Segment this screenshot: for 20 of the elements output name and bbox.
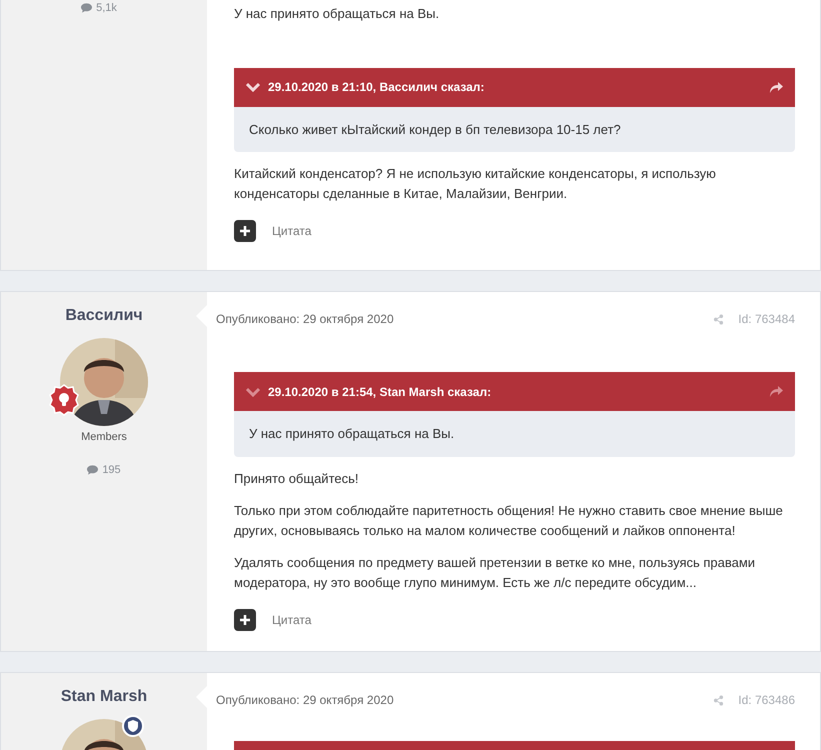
post-id: Id: 763486 (738, 692, 795, 709)
quote-attribution: 29.10.2020 в 21:10, Вассилич сказал: (268, 79, 486, 96)
post-text: Удалять сообщения по предмету вашей претензии в ветке ко мне, пользуясь правами модератора, ну это вообще глупо минимум. Есть же л/с передите обсудим... (234, 554, 756, 592)
quote-attribution: 29.10.2020 в 21:54, Stan Marsh сказал: (268, 384, 492, 400)
author-name[interactable]: Вассилич (65, 304, 143, 328)
post-text: Китайский конденсатор? Я не использую китайские конденсаторы, я использую конденсаторы сделанные в Китае, Малайзии, Венгрии. (234, 165, 717, 203)
post-text: У нас принято обращаться на Вы. (234, 5, 440, 23)
post-text: Принято общайтесь! (234, 470, 360, 488)
quote-link[interactable]: Цитата (272, 610, 312, 628)
post-text: Только при этом соблюдайте паритетность общения! Не нужно ставить свое мнение выше других, основываясь только на малом количестве сообщений и лайков оппонента! (234, 502, 784, 540)
quote-text: У нас принято обращаться на Вы. (248, 425, 456, 443)
member-group: Members (81, 429, 127, 446)
post-date: Опубликовано: 29 октября 2020 (216, 311, 395, 328)
post-count: 5,1k (96, 1, 117, 16)
quote-text: Сколько живет кЫтайский кондер в бп телевизора 10-15 лет? (248, 120, 622, 139)
author-name[interactable]: Stan Marsh (60, 685, 148, 709)
post-date: Опубликовано: 29 октября 2020 (216, 692, 395, 709)
post-count: 195 (102, 462, 121, 478)
post-id: Id: 763484 (738, 311, 795, 328)
quote-link[interactable]: Цитата (272, 222, 312, 240)
